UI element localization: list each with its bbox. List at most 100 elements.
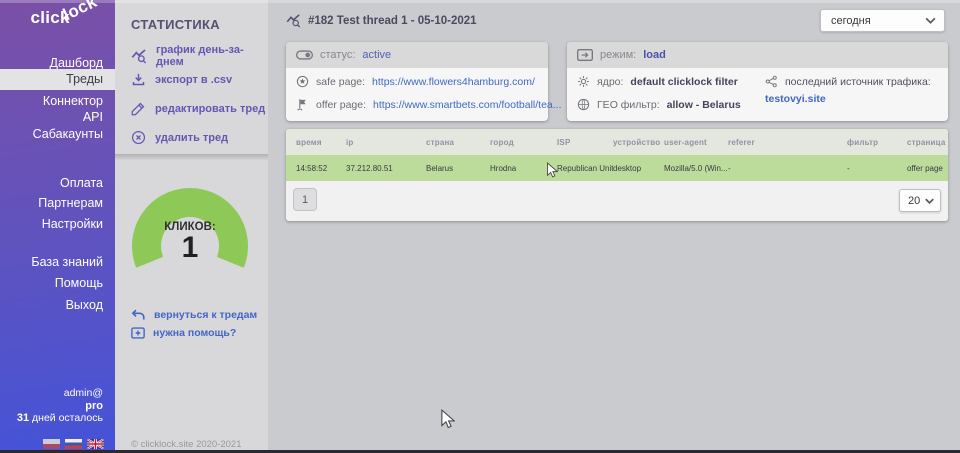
table-header: время ip страна город ISP устройство use… [286, 129, 948, 155]
mode-card-header: режим: load [567, 42, 948, 68]
period-select[interactable]: сегодня [820, 9, 945, 32]
menu-item-edit-thread[interactable]: редактировать тред [131, 101, 265, 116]
logo: clicklock [30, 8, 105, 28]
menu-item-label: график день-за-днем [156, 44, 268, 68]
column-header: страна [426, 138, 490, 147]
page-title: #182 Test thread 1 - 05-10-2021 [308, 15, 477, 27]
geo-filter-label: ГЕО фильтр: [597, 99, 660, 111]
account-info: admin@ pro 31 дней осталось [17, 387, 103, 425]
column-header: фильтр [847, 138, 907, 147]
pagination-page-1-button[interactable]: 1 [293, 188, 317, 211]
column-header: user-agent [664, 138, 728, 147]
kernel-value: default clicklock filter [630, 76, 737, 88]
status-value: active [362, 49, 391, 61]
mouse-cursor [440, 409, 455, 430]
offer-page-link[interactable]: https://www.smartbets.com/football/tea..… [373, 99, 562, 111]
sidebar-item-subaccounts[interactable]: Сабакаунты [0, 125, 115, 143]
language-flags [43, 439, 104, 449]
status-card: статус: active safe page: https://www.fl… [286, 42, 548, 121]
status-card-header: статус: active [286, 42, 548, 68]
cell-device: desktop [613, 164, 664, 173]
column-header: ip [346, 138, 426, 147]
russia-flag[interactable] [65, 439, 82, 449]
stats-panel: СТАТИСТИКА график день-за-днем экспорт в… [115, 0, 268, 453]
gear-icon [577, 75, 590, 88]
chart-search-icon [131, 48, 147, 64]
mode-card: режим: load ядро: default clicklock filt… [567, 42, 948, 121]
sidebar-item-help[interactable]: Помощь [0, 274, 115, 292]
chevron-down-icon [925, 17, 936, 24]
column-header: устройство [613, 138, 664, 147]
back-to-threads-link[interactable]: вернуться к тредам [131, 308, 257, 321]
toggle-icon [296, 50, 313, 60]
page-size-select[interactable]: 20 [899, 189, 941, 212]
cell-isp: Republican Unita... [557, 164, 613, 173]
download-icon [131, 72, 146, 87]
menu-item-label: экспорт в .csv [155, 74, 232, 86]
link-label: вернуться к тредам [154, 309, 257, 321]
safe-page-label: safe page: [316, 76, 365, 88]
sidebar-item-partners[interactable]: Партнерам [0, 194, 115, 212]
traffic-source-label: последний источник трафика: [785, 76, 931, 88]
link-label: нужна помощь? [153, 327, 236, 339]
column-header: время [296, 138, 346, 147]
cell-filter: - [847, 164, 907, 173]
column-header: страница [907, 138, 948, 147]
safe-page-link[interactable]: https://www.flowers4hamburg.com/ [372, 76, 535, 88]
need-help-link[interactable]: нужна помощь? [131, 327, 236, 339]
undo-icon [131, 308, 146, 321]
page-size-value: 20 [908, 195, 920, 207]
gauge-value: 1 [132, 233, 248, 263]
sidebar-item-payment[interactable]: Оплата [0, 174, 115, 192]
sidebar-item-api[interactable]: API [0, 108, 115, 126]
kernel-label: ядро: [597, 76, 623, 88]
menu-item-label: удалить тред [155, 132, 228, 144]
cell-time: 14:58:52 [296, 164, 346, 173]
cell-country: Belarus [426, 164, 490, 173]
offer-page-row: offer page: https://www.smartbets.com/fo… [296, 98, 562, 111]
sidebar: clicklock Дашборд Треды Коннектор API Са… [0, 0, 115, 453]
poland-flag[interactable] [43, 439, 60, 449]
safe-page-row: safe page: https://www.flowers4hamburg.c… [296, 75, 535, 88]
column-header: ISP [557, 138, 613, 147]
main-content: #182 Test thread 1 - 05-10-2021 сегодня … [268, 0, 960, 453]
thread-title-row: #182 Test thread 1 - 05-10-2021 [286, 13, 477, 28]
cell-page: offer page [907, 164, 948, 173]
kernel-row: ядро: default clicklock filter [577, 75, 738, 88]
flag-icon [296, 98, 309, 111]
mouse-cursor-small [546, 162, 558, 179]
uk-flag[interactable] [87, 439, 104, 449]
sidebar-item-logout[interactable]: Выход [0, 296, 115, 314]
monitor-arrow-icon [577, 49, 593, 61]
help-plus-icon [131, 327, 145, 339]
column-header: referer [728, 138, 847, 147]
menu-item-day-chart[interactable]: график день-за-днем [131, 44, 268, 68]
sidebar-item-settings[interactable]: Настройки [0, 215, 115, 233]
badge-star-icon [296, 75, 309, 88]
geo-filter-value: allow - Belarus [667, 99, 741, 111]
sidebar-item-knowledge[interactable]: База знаний [0, 253, 115, 271]
account-days-left: 31 дней осталось [17, 412, 103, 425]
globe-icon [577, 98, 590, 111]
copyright: © clicklock.site 2020-2021 [131, 439, 242, 450]
menu-item-label: редактировать тред [155, 103, 265, 115]
clicks-table-card: время ip страна город ISP устройство use… [286, 129, 948, 221]
sidebar-item-threads[interactable]: Треды [0, 69, 115, 90]
chart-search-icon [286, 13, 301, 28]
menu-item-export-csv[interactable]: экспорт в .csv [131, 72, 232, 87]
status-label: статус: [320, 49, 355, 61]
stats-title: СТАТИСТИКА [131, 17, 220, 32]
traffic-source-link[interactable]: testovyi.site [765, 93, 826, 105]
mode-value: load [643, 49, 666, 61]
share-icon [765, 75, 778, 88]
clicks-gauge: КЛИКОВ: 1 [132, 188, 248, 304]
cell-user-agent: Mozilla/5.0 (Win... [664, 164, 728, 173]
delete-badge-icon [131, 130, 146, 145]
menu-item-delete-thread[interactable]: удалить тред [131, 130, 228, 145]
traffic-source-row: последний источник трафика: [765, 75, 931, 88]
column-header: город [490, 138, 557, 147]
cell-ip: 37.212.80.51 [346, 164, 426, 173]
cell-referer: - [728, 164, 847, 173]
period-select-value: сегодня [831, 15, 871, 27]
table-row[interactable]: 14:58:52 37.212.80.51 Belarus Hrodna Rep… [286, 155, 948, 181]
